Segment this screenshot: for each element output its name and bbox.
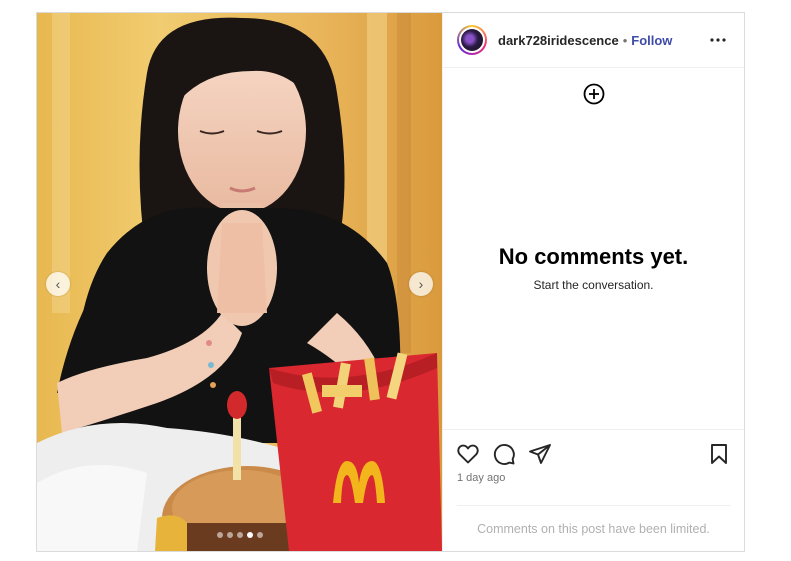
username-link[interactable]: dark728iridescence <box>498 33 619 48</box>
separator-dot: • <box>622 32 628 48</box>
plus-circle-icon[interactable] <box>583 83 605 105</box>
post-header: dark728iridescence • Follow <box>443 13 744 68</box>
comments-limited-notice: Comments on this post have been limited. <box>457 505 730 551</box>
post-photo <box>37 13 442 551</box>
chevron-right-icon: › <box>418 276 424 292</box>
post-dialog: ‹ › dark728iridescence • Follow No comme… <box>36 12 745 552</box>
carousel-indicator <box>37 532 442 538</box>
empty-comments-title: No comments yet. <box>498 244 689 269</box>
carousel-dot <box>256 532 263 538</box>
post-media[interactable]: ‹ › <box>37 13 442 551</box>
post-timestamp[interactable]: 1 day ago <box>457 472 505 484</box>
carousel-dot <box>236 532 243 538</box>
empty-comments-subtitle: Start the conversation. <box>533 278 654 292</box>
more-horizontal-icon[interactable] <box>709 31 727 49</box>
avatar-image <box>461 29 483 51</box>
comment-icon[interactable] <box>492 442 516 466</box>
comments-panel: No comments yet. Start the conversation. <box>443 68 744 429</box>
follow-button[interactable]: Follow <box>631 33 672 48</box>
carousel-dot <box>226 532 233 538</box>
share-icon[interactable] <box>528 442 552 466</box>
carousel-next-button[interactable]: › <box>409 272 433 296</box>
heart-icon[interactable] <box>456 442 480 466</box>
action-bar: 1 day ago <box>443 429 744 505</box>
chevron-left-icon: ‹ <box>55 276 61 292</box>
avatar[interactable] <box>457 25 487 55</box>
carousel-dot <box>216 532 223 538</box>
post-sidebar: dark728iridescence • Follow No comments … <box>442 13 744 551</box>
carousel-prev-button[interactable]: ‹ <box>46 272 70 296</box>
bookmark-icon[interactable] <box>707 442 731 466</box>
carousel-dot <box>246 532 253 538</box>
